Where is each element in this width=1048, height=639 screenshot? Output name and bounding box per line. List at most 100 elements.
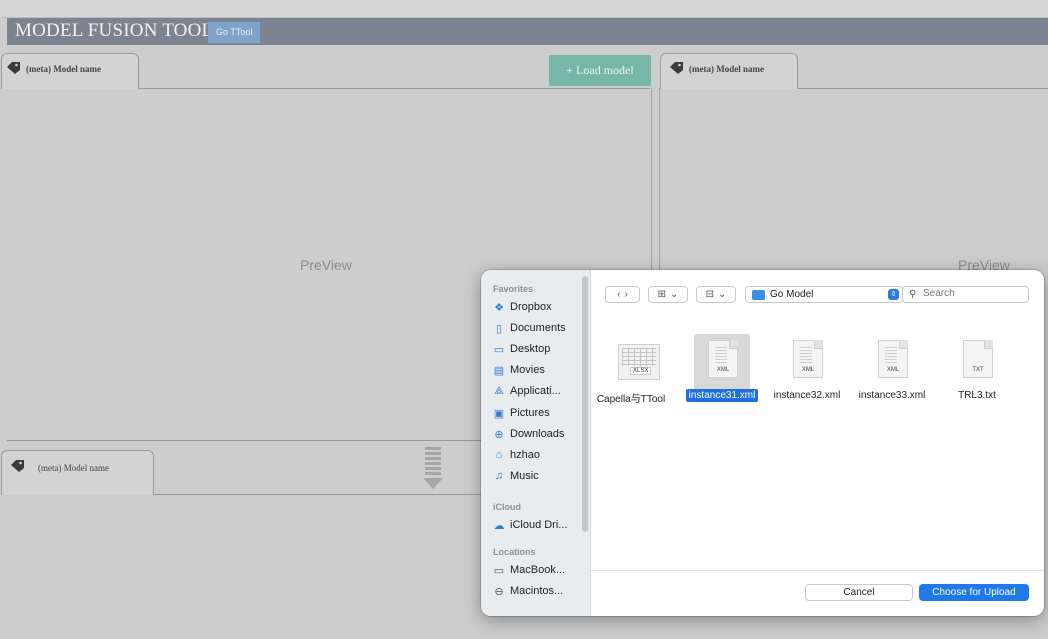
model-tab-1[interactable]: (meta) Model name	[1, 53, 139, 89]
group-view-button[interactable]: ⊟ ⌄	[696, 286, 736, 303]
folder-icon	[752, 290, 765, 300]
sidebar-item-label: Downloads	[510, 428, 565, 440]
file-item-instance32[interactable]: XML instance32.xml	[761, 334, 841, 414]
panel-divider-right	[659, 88, 660, 273]
pictures-icon: ▣	[493, 407, 505, 420]
file-name-text: instance33.xml	[858, 390, 926, 401]
sidebar-item-label: Desktop	[510, 343, 551, 355]
file-name-text: instance31.xml	[685, 389, 759, 402]
tag-icon	[670, 62, 683, 74]
sidebar-section-icloud: iCloud	[493, 502, 521, 512]
file-name-text: Capella与TTool	[596, 394, 666, 405]
file-name: TRL3.txt	[921, 390, 1033, 401]
xml-file-icon: XML	[878, 340, 908, 378]
chevron-down-icon: ⌄	[718, 289, 727, 300]
sidebar-item-label: Pictures	[510, 407, 550, 419]
desktop-icon: ▭	[493, 343, 505, 356]
file-thumbnail: XML	[694, 334, 750, 390]
page-fold	[729, 340, 738, 349]
model-tab-3[interactable]: (meta) Model name	[1, 450, 154, 495]
sidebar-item-documents[interactable]: ▯ Documents	[493, 319, 566, 337]
chevron-down-icon: ⌄	[670, 289, 679, 300]
sidebar-item-label: iCloud Dri...	[510, 519, 568, 531]
file-ext: XLSX	[630, 367, 652, 375]
tag-icon	[11, 460, 24, 472]
laptop-icon: ▭	[493, 564, 505, 577]
page-fold	[984, 340, 993, 349]
forward-icon[interactable]: ›	[625, 289, 628, 300]
file-ext: XML	[716, 367, 730, 373]
search-input[interactable]	[923, 288, 1023, 299]
grid-icon: ⊞	[657, 289, 666, 300]
sidebar-item-pictures[interactable]: ▣ Pictures	[493, 404, 550, 422]
sidebar-item-macbook[interactable]: ▭ MacBook...	[493, 561, 565, 579]
file-item-trl3[interactable]: TXT TRL3.txt	[931, 334, 1011, 414]
document-icon: ▯	[495, 322, 503, 335]
text-lines	[715, 347, 727, 365]
download-icon: ⊕	[494, 428, 504, 441]
cloud-icon: ☁	[493, 519, 505, 532]
sidebar-item-dropbox[interactable]: ❖ Dropbox	[493, 298, 552, 316]
sidebar-item-music[interactable]: ♫ Music	[493, 467, 539, 485]
group-grid-icon: ⊟	[705, 289, 714, 300]
file-item-instance33[interactable]: XML instance33.xml	[846, 334, 926, 414]
film-icon: ▤	[493, 364, 505, 377]
page-fold	[899, 340, 908, 349]
search-field[interactable]: ⚲	[902, 286, 1029, 303]
xml-file-icon: XML	[793, 340, 823, 378]
sidebar-item-label: Movies	[510, 364, 545, 376]
sidebar-item-downloads[interactable]: ⊕ Downloads	[493, 425, 564, 443]
file-ext: TXT	[972, 367, 984, 373]
xml-file-icon: XML	[708, 340, 738, 378]
search-icon: ⚲	[909, 289, 917, 300]
dialog-footer-divider	[591, 570, 1044, 571]
location-select[interactable]: Go Model ⇕	[745, 286, 903, 303]
app-title: MODEL FUSION TOOL	[15, 20, 214, 41]
sidebar-item-macintosh-hd[interactable]: ⊖ Macintos...	[493, 582, 563, 600]
icon-view-button[interactable]: ⊞ ⌄	[648, 286, 688, 303]
dropbox-icon: ❖	[494, 301, 504, 314]
file-item-capella[interactable]: XLSX Capella与TTool	[591, 334, 671, 414]
file-item-instance31[interactable]: XML instance31.xml	[676, 334, 759, 414]
location-label: Go Model	[770, 289, 814, 300]
sidebar-item-applications[interactable]: ⟁ Applicati...	[493, 382, 561, 400]
back-icon[interactable]: ‹	[617, 289, 620, 300]
load-model-button[interactable]: + Load model	[549, 55, 651, 86]
sidebar-item-label: Dropbox	[510, 301, 552, 313]
model-tab-2[interactable]: (meta) Model name	[660, 53, 798, 89]
page-fold	[814, 340, 823, 349]
file-name-text: instance32.xml	[773, 390, 841, 401]
grid-lines	[622, 348, 656, 366]
file-ext: XML	[886, 367, 900, 373]
sidebar-item-label: MacBook...	[510, 564, 566, 576]
download-arrow-icon[interactable]	[423, 447, 443, 491]
text-lines	[885, 347, 897, 365]
model-tab-label: (meta) Model name	[689, 64, 764, 74]
title-bar: MODEL FUSION TOOL Go TTool	[7, 18, 1048, 45]
sidebar-item-label: Music	[510, 470, 539, 482]
sidebar-section-locations: Locations	[493, 547, 536, 557]
stepper-icon: ⇕	[888, 289, 899, 300]
home-icon: ⌂	[495, 449, 503, 461]
top-strip	[0, 0, 1048, 18]
file-upload-dialog: Favorites ❖ Dropbox ▯ Documents ▭ Deskto…	[481, 270, 1044, 616]
sidebar-item-icloud-drive[interactable]: ☁ iCloud Dri...	[493, 516, 568, 534]
bottom-panel-top-rule	[7, 440, 481, 441]
sidebar-item-home[interactable]: ⌂ hzhao	[493, 446, 540, 464]
choose-for-upload-button[interactable]: Choose for Upload	[919, 584, 1029, 601]
back-forward-buttons[interactable]: ‹ ›	[605, 286, 640, 303]
cancel-button[interactable]: Cancel	[805, 584, 913, 601]
sidebar-item-movies[interactable]: ▤ Movies	[493, 361, 545, 379]
music-icon: ♫	[494, 470, 504, 482]
file-ext: XML	[801, 367, 815, 373]
disk-icon: ⊖	[494, 585, 504, 598]
sidebar-item-label: Macintos...	[510, 585, 564, 597]
go-ttool-button[interactable]: Go TTool	[208, 22, 261, 43]
file-thumbnail: XLSX	[609, 334, 665, 390]
panel-2-rule	[798, 88, 1048, 89]
txt-file-icon: TXT	[963, 340, 993, 378]
spreadsheet-file-icon: XLSX	[618, 344, 660, 380]
sidebar-section-favorites: Favorites	[493, 284, 534, 294]
sidebar-item-label: Applicati...	[510, 385, 561, 397]
sidebar-item-desktop[interactable]: ▭ Desktop	[493, 340, 551, 358]
